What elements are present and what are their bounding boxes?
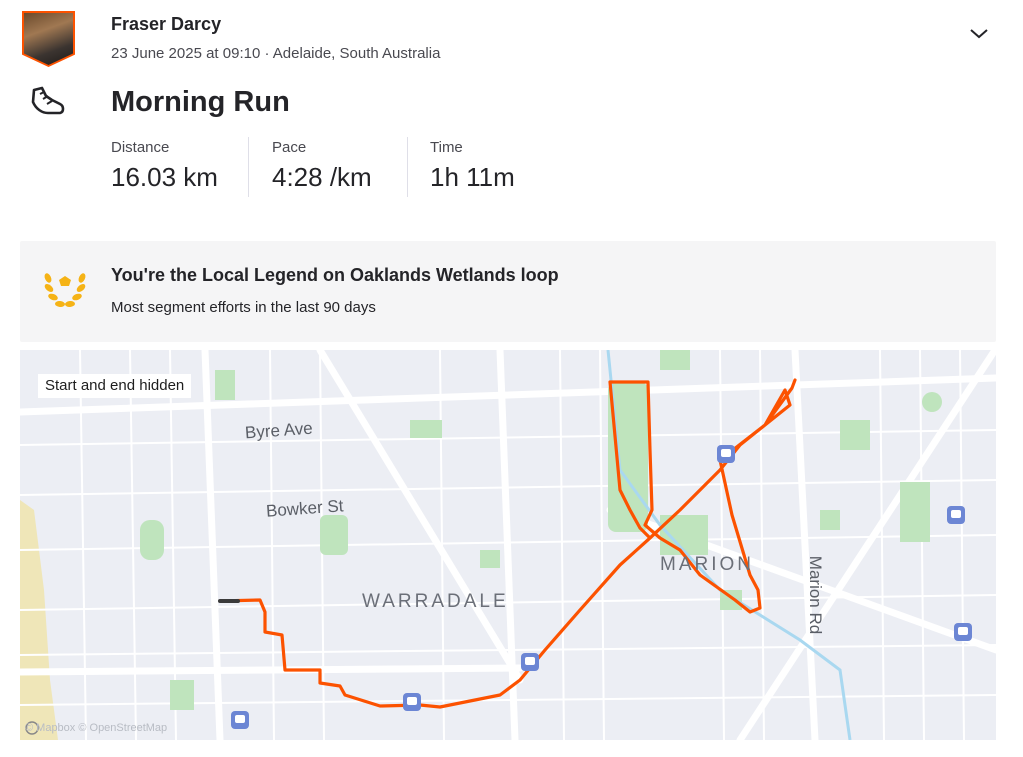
map-canvas (20, 350, 996, 740)
privacy-zone-chip: Start and end hidden (38, 374, 192, 398)
map-attribution[interactable]: © Mapbox © OpenStreetMap (25, 722, 167, 734)
route-map[interactable] (20, 350, 996, 740)
stat-time: Time 1h 11m (430, 139, 515, 193)
suburb-label-warradale: WARRADALE (362, 591, 509, 612)
stat-distance-label: Distance (111, 139, 170, 156)
train-station-icon (403, 693, 421, 711)
activity-title[interactable]: Morning Run (111, 86, 290, 119)
stat-pace-value: 4:28 /km (272, 162, 372, 192)
train-station-icon (231, 711, 249, 729)
stat-divider (407, 137, 408, 197)
stat-pace: Pace 4:28 /km (272, 139, 372, 193)
laurel-wreath-icon (44, 273, 86, 308)
train-station-icon (954, 623, 972, 641)
athlete-name[interactable]: Fraser Darcy (111, 14, 221, 35)
train-station-icon (947, 506, 965, 524)
stat-pace-label: Pace (272, 139, 307, 156)
local-legend-subtitle: Most segment efforts in the last 90 days (111, 299, 376, 316)
local-legend-card[interactable] (20, 241, 996, 342)
suburb-label-marion: MARION (660, 554, 754, 575)
train-station-icon (521, 653, 539, 671)
major-roads (20, 350, 996, 740)
local-legend-title[interactable]: You're the Local Legend on Oaklands Wetl… (111, 265, 559, 286)
chevron-down-icon[interactable] (968, 25, 990, 41)
train-station-icon (717, 445, 735, 463)
street-label-marion-rd: Marion Rd (806, 555, 826, 635)
stat-distance: Distance 16.03 km (111, 139, 218, 193)
running-shoe-icon (31, 86, 65, 115)
stat-divider (248, 137, 249, 197)
stat-distance-value: 16.03 km (111, 162, 218, 192)
stat-time-value: 1h 11m (430, 162, 515, 192)
activity-date-location: 23 June 2025 at 09:10 · Adelaide, South … (111, 45, 441, 62)
stat-time-label: Time (430, 139, 463, 156)
